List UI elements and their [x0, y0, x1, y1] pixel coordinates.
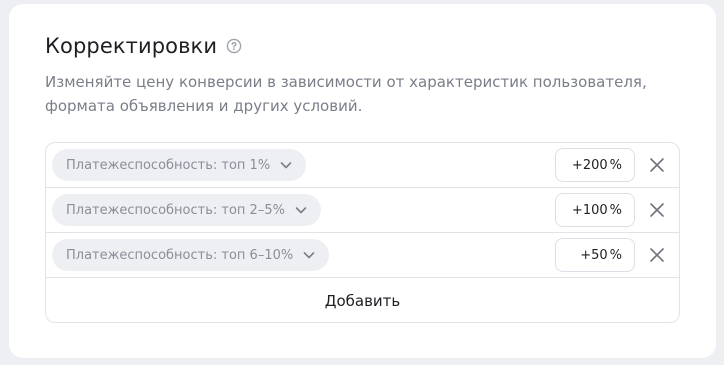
- section-title: Корректировки: [45, 34, 218, 58]
- add-adjustment-button[interactable]: Добавить: [46, 278, 679, 322]
- condition-label: Платежеспособность: топ 6–10%: [66, 247, 294, 263]
- condition-select[interactable]: Платежеспособность: топ 2–5%: [52, 194, 321, 226]
- remove-adjustment-button[interactable]: [647, 200, 667, 220]
- condition-label: Платежеспособность: топ 1%: [66, 157, 271, 173]
- adjustment-row: Платежеспособность: топ 6–10% +50%: [46, 233, 679, 278]
- adjustment-value-input[interactable]: +50%: [555, 238, 635, 272]
- adjustment-value-input[interactable]: +100%: [555, 193, 635, 227]
- close-icon: [650, 203, 664, 217]
- condition-select[interactable]: Платежеспособность: топ 1%: [52, 149, 307, 181]
- adjustment-value: +50: [580, 247, 608, 263]
- title-row: Корректировки: [45, 34, 242, 58]
- condition-select[interactable]: Платежеспособность: топ 6–10%: [52, 239, 330, 271]
- close-icon: [650, 248, 664, 262]
- adjustment-value-input[interactable]: +200%: [555, 148, 635, 182]
- remove-adjustment-button[interactable]: [647, 155, 667, 175]
- chevron-down-icon: [301, 247, 317, 263]
- adjustment-unit: %: [609, 247, 622, 263]
- chevron-down-icon: [278, 157, 294, 173]
- adjustment-unit: %: [609, 157, 622, 173]
- section-description: Изменяйте цену конверсии в зависимости о…: [45, 73, 647, 115]
- chevron-down-icon: [293, 202, 309, 218]
- condition-label: Платежеспособность: топ 2–5%: [66, 202, 285, 218]
- adjustment-value: +100: [571, 202, 608, 218]
- question-circle-icon[interactable]: [226, 38, 242, 54]
- adjustment-row: Платежеспособность: топ 2–5% +100%: [46, 188, 679, 233]
- remove-adjustment-button[interactable]: [647, 245, 667, 265]
- adjustment-row: Платежеспособность: топ 1% +200%: [46, 143, 679, 188]
- adjustments-card: Корректировки Изменяйте цену конверсии в…: [9, 4, 716, 358]
- adjustment-unit: %: [609, 202, 622, 218]
- adjustments-table: Платежеспособность: топ 1% +200% Платеже…: [45, 142, 680, 323]
- adjustment-value: +200: [571, 157, 608, 173]
- close-icon: [650, 158, 664, 172]
